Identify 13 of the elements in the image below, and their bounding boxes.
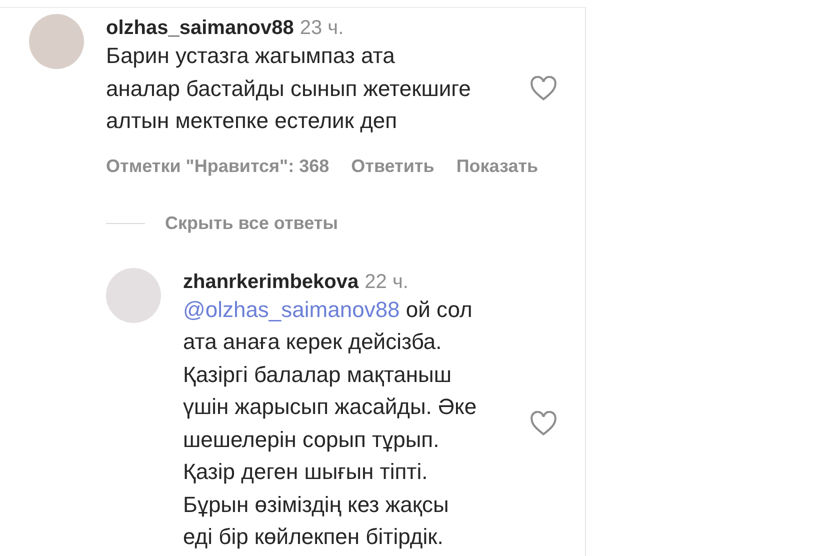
comment-text: Барин устазга жагымпаз ата аналар бастайды сынып жетекшиге алтын мектепке естелик деп: [106, 42, 472, 135]
comment-time: 23 ч.: [300, 17, 344, 40]
username[interactable]: zhanrkerimbekova: [183, 270, 359, 294]
heart-icon[interactable]: [530, 76, 557, 102]
action-link[interactable]: Ответить: [351, 156, 434, 176]
mention-link[interactable]: @olzhas_saimanov88: [183, 296, 400, 322]
heart-icon[interactable]: [530, 411, 557, 436]
username[interactable]: olzhas_saimanov88: [106, 17, 294, 40]
comment-text: @olzhas_saimanov88 ой сол ата анаға керек дейсізба. Қазіргі балалар мақтаныш үшін жарысып жасайды. Әке шешелерін сорып тұрып. Қазір деген шығын тіпті. Бұрын өзіміздің кез жақсы еді бір көйлекпен бітірдік.: [183, 296, 478, 551]
action-link[interactable]: Показать: [456, 156, 538, 176]
comment-time: 22 ч.: [364, 270, 408, 294]
hide-replies-link[interactable]: Скрыть все ответы: [165, 212, 338, 234]
action-link[interactable]: Отметки "Нравится": 368: [106, 156, 330, 176]
